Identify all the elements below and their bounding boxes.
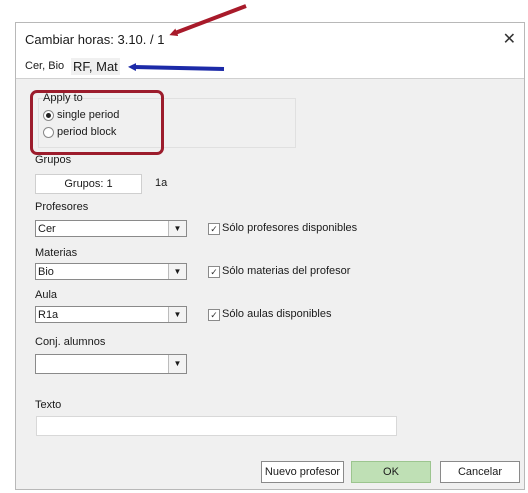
grupos-value: 1a: [155, 177, 168, 189]
materias-label: Materias: [35, 247, 78, 259]
chevron-down-icon[interactable]: ▼: [168, 307, 186, 322]
ok-button[interactable]: OK: [351, 461, 431, 483]
profesores-value: Cer: [38, 223, 56, 235]
window-title: Cambiar horas: 3.10. / 1: [25, 32, 165, 47]
materias-select[interactable]: Bio ▼: [35, 263, 187, 280]
grupos-button[interactable]: Grupos: 1: [35, 174, 142, 194]
materias-checkbox[interactable]: ✓: [208, 266, 220, 278]
change-lessons-dialog: Cambiar horas: 3.10. / 1 ✕ Cer, Bio RF, …: [15, 22, 525, 490]
conj-alumnos-select[interactable]: ▼: [35, 354, 187, 374]
texto-label: Texto: [35, 399, 62, 411]
title-bar: Cambiar horas: 3.10. / 1 ✕: [16, 23, 524, 56]
materias-check-label: Sólo materias del profesor: [222, 265, 351, 277]
conj-alumnos-label: Conj. alumnos: [35, 336, 106, 348]
profesores-checkbox[interactable]: ✓: [208, 223, 220, 235]
profesores-check-label: Sólo profesores disponibles: [222, 222, 358, 234]
aula-checkbox[interactable]: ✓: [208, 309, 220, 321]
tab-rf-mat[interactable]: RF, Mat: [71, 58, 120, 75]
chevron-down-icon[interactable]: ▼: [168, 355, 186, 373]
profesores-select[interactable]: Cer ▼: [35, 220, 187, 237]
apply-to-highlight: [30, 90, 164, 155]
lesson-tabs: Cer, Bio RF, Mat: [16, 56, 524, 79]
aula-check-label: Sólo aulas disponibles: [222, 308, 332, 320]
materias-value: Bio: [38, 266, 54, 278]
tab-cer-bio[interactable]: Cer, Bio: [25, 60, 64, 72]
chevron-down-icon[interactable]: ▼: [168, 264, 186, 279]
chevron-down-icon[interactable]: ▼: [168, 221, 186, 236]
texto-input[interactable]: [36, 416, 397, 436]
aula-value: R1a: [38, 309, 59, 321]
close-icon[interactable]: ✕: [503, 29, 516, 49]
profesores-label: Profesores: [35, 201, 89, 213]
new-teacher-button[interactable]: Nuevo profesor: [261, 461, 344, 483]
grupos-label: Grupos: [35, 154, 72, 166]
cancel-button[interactable]: Cancelar: [440, 461, 520, 483]
aula-select[interactable]: R1a ▼: [35, 306, 187, 323]
aula-label: Aula: [35, 289, 58, 301]
